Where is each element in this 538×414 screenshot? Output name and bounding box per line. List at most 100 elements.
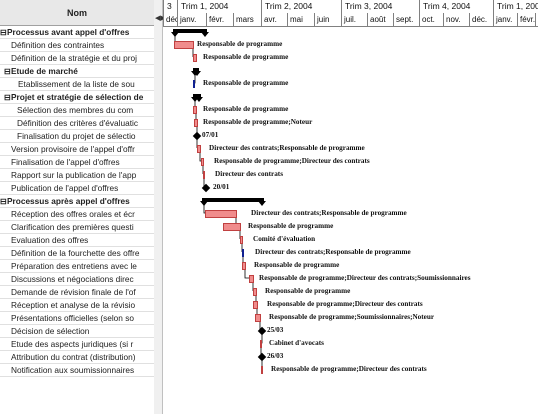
task-row[interactable]: Demande de révision finale de l'of xyxy=(0,286,154,299)
task-name: Décision de sélection xyxy=(11,326,90,336)
task-name: Attribution du contrat (distribution) xyxy=(11,352,136,362)
task-row[interactable]: Finalisation du projet de sélectio xyxy=(0,130,154,143)
summary-bar-end xyxy=(201,32,209,37)
task-bar[interactable] xyxy=(205,210,237,218)
task-row[interactable]: Réception des offres orales et écr xyxy=(0,208,154,221)
task-bar[interactable] xyxy=(253,301,258,309)
task-bar[interactable] xyxy=(242,249,244,257)
task-bar[interactable] xyxy=(261,366,263,374)
timeline-month: déc. xyxy=(163,13,177,26)
task-row[interactable]: Préparation des entretiens avec le xyxy=(0,260,154,273)
collapse-toggle-icon[interactable]: ⊟ xyxy=(4,92,11,103)
resource-label: Responsable de programme;Directeur des c… xyxy=(271,365,427,373)
collapse-toggle-icon[interactable]: ⊟ xyxy=(4,66,11,77)
task-name: Demande de révision finale de l'of xyxy=(11,287,136,297)
task-bar[interactable] xyxy=(242,262,246,270)
task-bar[interactable] xyxy=(255,314,261,322)
task-bar[interactable] xyxy=(201,158,204,166)
task-bar[interactable] xyxy=(253,288,257,296)
timeline-quarter: Trim 3, 2004 xyxy=(341,0,419,13)
pane-splitter[interactable]: ◀▶ xyxy=(154,0,166,414)
milestone-date-label: 07/01 xyxy=(202,131,219,139)
gantt-body: Responsable de programme Responsable de p… xyxy=(163,26,538,414)
timeline-month: juin xyxy=(314,13,341,26)
milestone-date-label: 20/01 xyxy=(213,183,230,191)
task-name: Présentations officielles (selon so xyxy=(11,313,134,323)
resource-label: Responsable de programme xyxy=(254,261,340,269)
summary-task-row[interactable]: ⊟Processus après appel d'offres xyxy=(0,195,154,208)
task-bar[interactable] xyxy=(193,106,197,114)
task-name: Finalisation de l'appel d'offres xyxy=(11,157,120,167)
timeline-month: déc. xyxy=(469,13,493,26)
resource-label: Responsable de programme xyxy=(197,40,283,48)
task-row[interactable]: Publication de l'appel d'offres xyxy=(0,182,154,195)
task-name: Définition de la stratégie et du proj xyxy=(11,53,137,63)
task-name: Etablissement de la liste de sou xyxy=(18,79,135,89)
task-name: Sélection des membres du com xyxy=(17,105,134,115)
timeline-month: juil. xyxy=(341,13,367,26)
timeline-month: nov. xyxy=(443,13,469,26)
resource-label: Responsable de programme;Directeur des c… xyxy=(267,300,423,308)
task-bar[interactable] xyxy=(249,275,254,283)
task-bar[interactable] xyxy=(203,171,205,179)
task-bar[interactable] xyxy=(223,223,241,231)
summary-task-row[interactable]: ⊟Etude de marché xyxy=(0,65,154,78)
resource-label: Directeur des contrats;Responsable de pr… xyxy=(209,144,365,152)
task-bar[interactable] xyxy=(174,41,194,49)
task-row[interactable]: Définition des contraintes xyxy=(0,39,154,52)
timeline-month: août xyxy=(367,13,393,26)
summary-task-row[interactable]: ⊟Projet et stratégie de sélection de xyxy=(0,91,154,104)
task-row[interactable]: Discussions et négociations direc xyxy=(0,273,154,286)
project-gantt-view: Nom ⊟Processus avant appel d'offres Défin… xyxy=(0,0,538,414)
task-row[interactable]: Version provisoire de l'appel d'offr xyxy=(0,143,154,156)
resource-label: Comité d'évaluation xyxy=(253,235,316,243)
task-row[interactable]: Présentations officielles (selon so xyxy=(0,312,154,325)
task-row[interactable]: Décision de sélection xyxy=(0,325,154,338)
task-row[interactable]: Définition des critères d'évaluatic xyxy=(0,117,154,130)
task-row[interactable]: Attribution du contrat (distribution) xyxy=(0,351,154,364)
task-row[interactable]: Evaluation des offres xyxy=(0,234,154,247)
timeline-quarter: Trim 1, 2004 xyxy=(177,0,261,13)
timeline-month: févr. xyxy=(517,13,535,26)
summary-task-row[interactable]: ⊟Processus avant appel d'offres xyxy=(0,26,154,39)
task-name: Préparation des entretiens avec le xyxy=(11,261,137,271)
task-bar[interactable] xyxy=(240,236,243,244)
task-bar[interactable] xyxy=(193,80,195,88)
timeline-quarter: 3 xyxy=(163,0,177,13)
task-bar[interactable] xyxy=(193,54,197,62)
task-name: Définition des critères d'évaluatic xyxy=(17,118,139,128)
task-bar[interactable] xyxy=(197,145,201,153)
task-name: Discussions et négociations direc xyxy=(11,274,134,284)
timeline-quarter: Trim 1, 2005 xyxy=(493,0,538,13)
task-row[interactable]: Définition de la stratégie et du proj xyxy=(0,52,154,65)
task-row[interactable]: Réception et analyse de la révisio xyxy=(0,299,154,312)
task-row[interactable]: Notification aux soumissionnaires xyxy=(0,364,154,377)
timeline-quarter: Trim 4, 2004 xyxy=(419,0,493,13)
task-bar[interactable] xyxy=(194,119,198,127)
column-header-name[interactable]: Nom xyxy=(0,0,154,26)
task-name: Réception et analyse de la révisio xyxy=(11,300,136,310)
task-row[interactable]: Etude des aspects juridiques (si r xyxy=(0,338,154,351)
task-name: Projet et stratégie de sélection de xyxy=(11,92,144,102)
resource-label: Responsable de programme;Directeur des c… xyxy=(214,157,370,165)
timeline-month: janv. xyxy=(177,13,206,26)
summary-bar[interactable] xyxy=(202,198,264,202)
task-row[interactable]: Définition de la fourchette des offre xyxy=(0,247,154,260)
task-bar[interactable] xyxy=(260,340,262,348)
collapse-toggle-icon[interactable]: ⊟ xyxy=(0,196,7,207)
task-row[interactable]: Rapport sur la publication de l'app xyxy=(0,169,154,182)
task-name: Finalisation du projet de sélectio xyxy=(17,131,136,141)
task-row[interactable]: Clarification des premières questi xyxy=(0,221,154,234)
resource-label: Cabinet d'avocats xyxy=(269,339,324,347)
gantt-chart: 3 Trim 1, 2004 Trim 2, 2004 Trim 3, 2004 Tri… xyxy=(163,0,538,414)
task-row[interactable]: Sélection des membres du com xyxy=(0,104,154,117)
task-name: Définition de la fourchette des offre xyxy=(11,248,140,258)
task-row[interactable]: Finalisation de l'appel d'offres xyxy=(0,156,154,169)
task-name: Définition des contraintes xyxy=(11,40,105,50)
resource-label: Responsable de programme xyxy=(265,287,351,295)
task-row[interactable]: Etablissement de la liste de sou xyxy=(0,78,154,91)
task-name: Evaluation des offres xyxy=(11,235,89,245)
resource-label: Directeur des contrats;Responsable de pr… xyxy=(251,209,407,217)
collapse-toggle-icon[interactable]: ⊟ xyxy=(0,27,7,38)
summary-bar-end xyxy=(200,201,208,206)
